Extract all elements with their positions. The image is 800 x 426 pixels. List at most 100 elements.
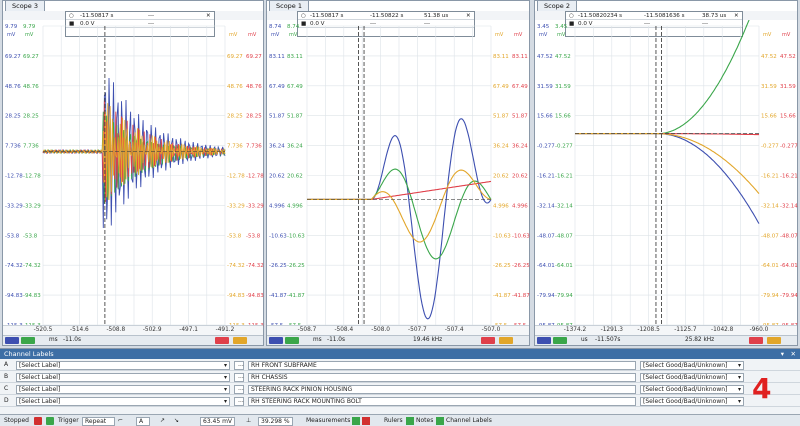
scope-3-tab[interactable]: Scope 3 xyxy=(5,0,46,11)
chevron-down-icon: ▾ xyxy=(737,398,741,405)
grade-select[interactable]: [Select Good/Bad/Unknown] ▾ xyxy=(640,373,744,382)
scope-3-plot[interactable]: 9.79 9.79 69.27 69.27 48.76 48.76 28.25 28.25 7.… xyxy=(3,20,264,327)
notes-button[interactable]: Notes xyxy=(416,417,433,424)
position-icon[interactable]: ⊥ xyxy=(246,417,251,424)
unit-label: mV xyxy=(495,32,504,38)
x-tick-label: -514.6 xyxy=(70,327,89,333)
y-tick-label-d: -53.8 xyxy=(227,233,242,239)
more-button[interactable]: … xyxy=(234,361,244,370)
channel-labels-button[interactable]: Channel Labels xyxy=(446,417,492,424)
chip-d[interactable] xyxy=(499,337,513,344)
close-icon[interactable]: ✕ xyxy=(734,13,739,19)
stop-button[interactable] xyxy=(34,417,42,425)
y-tick-label-c: -64.01 xyxy=(780,263,798,269)
close-icon[interactable]: ✕ xyxy=(791,350,796,358)
chip-c[interactable] xyxy=(481,337,495,344)
grade-select[interactable]: [Select Good/Bad/Unknown] ▾ xyxy=(640,385,744,394)
label-field[interactable]: RH CHASSIS xyxy=(248,373,636,382)
label-select[interactable]: [Select Label] ▾ xyxy=(16,397,230,406)
scope-1-panel: Scope 1 ○ -11.50817 s -11.50822 s 51.38 us ✕… xyxy=(266,0,530,346)
y-tick-label-d: 20.62 xyxy=(493,174,509,180)
y-tick-label-c: 67.49 xyxy=(512,84,528,90)
trigger-mode-select[interactable]: Repeat xyxy=(82,417,116,426)
label-select[interactable]: [Select Label] ▾ xyxy=(16,385,230,394)
y-tick-label-b: 15.66 xyxy=(555,114,571,120)
chip-b[interactable] xyxy=(21,337,35,344)
y-tick-label-b: 47.52 xyxy=(555,54,571,60)
more-button[interactable]: … xyxy=(234,373,244,382)
trigger-edge-icon[interactable]: ⌐ xyxy=(118,417,123,424)
y-tick-label-a: 9.79 xyxy=(5,24,18,30)
more-button[interactable]: … xyxy=(234,397,244,406)
chip-c[interactable] xyxy=(749,337,763,344)
scope-1-plot[interactable]: 8.74 8.74 83.11 83.11 67.49 67.49 51.87 51.87 36… xyxy=(267,20,530,327)
y-tick-label-d: -0.277 xyxy=(761,144,779,150)
zoom-field[interactable]: 39.298 % xyxy=(258,417,293,426)
x-tick-label: -508.4 xyxy=(334,327,354,333)
y-tick-label-d: -74.32 xyxy=(227,263,245,269)
close-icon[interactable]: ✕ xyxy=(466,13,471,19)
scope-1-tab[interactable]: Scope 1 xyxy=(269,0,310,11)
channel-label-row: A [Select Label] ▾ … RH FRONT SUBFRAME [Selec… xyxy=(0,359,800,371)
y-tick-label-c: -33.29 xyxy=(246,203,264,209)
y-tick-label-c: 83.11 xyxy=(512,54,528,60)
chevron-down-icon: ▾ xyxy=(223,386,227,393)
y-tick-label-a: -79.94 xyxy=(537,293,555,299)
add-measurement-button[interactable] xyxy=(352,417,360,425)
falling-edge-icon[interactable]: ↘ xyxy=(174,417,179,424)
x-tick-label: -960.0 xyxy=(749,327,769,333)
unit-label: mV xyxy=(7,32,16,38)
y-tick-label-c: 47.52 xyxy=(780,54,796,60)
chip-d[interactable] xyxy=(767,337,781,344)
chip-a[interactable] xyxy=(5,337,19,344)
y-tick-label-d: -41.87 xyxy=(493,293,511,299)
pin-icon[interactable]: ▾ xyxy=(781,350,784,358)
label-field[interactable]: RH STEERING RACK MOUNTING BOLT xyxy=(248,397,636,406)
scope-3-status: ms -11.0s xyxy=(3,335,263,345)
unit-label: mV xyxy=(271,32,280,38)
label-select[interactable]: [Select Label] ▾ xyxy=(16,373,230,382)
y-tick-label-c: 51.87 xyxy=(512,114,528,120)
scope-1-status: ms -11.0s 19.46 kHz xyxy=(267,335,529,345)
rulers-button[interactable]: Rulers xyxy=(384,417,403,424)
rising-edge-icon[interactable]: ↗ xyxy=(160,417,165,424)
trigger-channel-select[interactable]: A xyxy=(136,417,151,426)
y-tick-label-b: 9.79 xyxy=(23,24,36,30)
grade-select[interactable]: [Select Good/Bad/Unknown] ▾ xyxy=(640,361,744,370)
chip-b[interactable] xyxy=(553,337,567,344)
y-tick-label-a: 48.76 xyxy=(5,84,21,90)
chip-a[interactable] xyxy=(537,337,551,344)
y-tick-label-b: -33.29 xyxy=(23,203,41,209)
y-tick-label-c: 36.24 xyxy=(512,144,528,150)
chip-d[interactable] xyxy=(233,337,247,344)
run-button[interactable] xyxy=(46,417,54,425)
y-tick-label-b: -0.277 xyxy=(555,144,573,150)
y-tick-label-c: -53.8 xyxy=(246,233,261,239)
notes-icon[interactable] xyxy=(436,417,444,425)
chevron-down-icon: ▾ xyxy=(223,362,227,369)
more-button[interactable]: … xyxy=(234,385,244,394)
x-tick-label: -507.7 xyxy=(408,327,427,333)
label-field[interactable]: RH FRONT SUBFRAME xyxy=(248,361,636,370)
y-tick-label-a: -0.277 xyxy=(537,144,555,150)
x-tick-label: -520.5 xyxy=(33,327,53,333)
chevron-down-icon: ▾ xyxy=(737,374,741,381)
y-tick-label-d: 28.25 xyxy=(227,114,243,120)
y-tick-label-c: 7.736 xyxy=(246,144,262,150)
y-tick-label-a: -48.07 xyxy=(537,233,555,239)
rulers-icon[interactable] xyxy=(406,417,414,425)
trigger-level-field[interactable]: 63.45 mV xyxy=(200,417,236,426)
grade-select[interactable]: [Select Good/Bad/Unknown] ▾ xyxy=(640,397,744,406)
chip-c[interactable] xyxy=(215,337,229,344)
y-tick-label-b: 36.24 xyxy=(287,144,303,150)
chip-a[interactable] xyxy=(269,337,283,344)
y-tick-label-a: -53.8 xyxy=(5,233,20,239)
remove-measurement-button[interactable] xyxy=(362,417,370,425)
label-select[interactable]: [Select Label] ▾ xyxy=(16,361,230,370)
scope-2-plot[interactable]: 3.45 3.45 47.52 47.52 31.59 31.59 15.66 15.66 -0… xyxy=(535,20,798,327)
scope-2-tab[interactable]: Scope 2 xyxy=(537,0,578,11)
label-field[interactable]: STEERING RACK PINION HOUSING xyxy=(248,385,636,394)
chip-b[interactable] xyxy=(285,337,299,344)
measurements-button[interactable]: Measurements xyxy=(306,417,350,424)
close-icon[interactable]: ✕ xyxy=(206,13,211,19)
